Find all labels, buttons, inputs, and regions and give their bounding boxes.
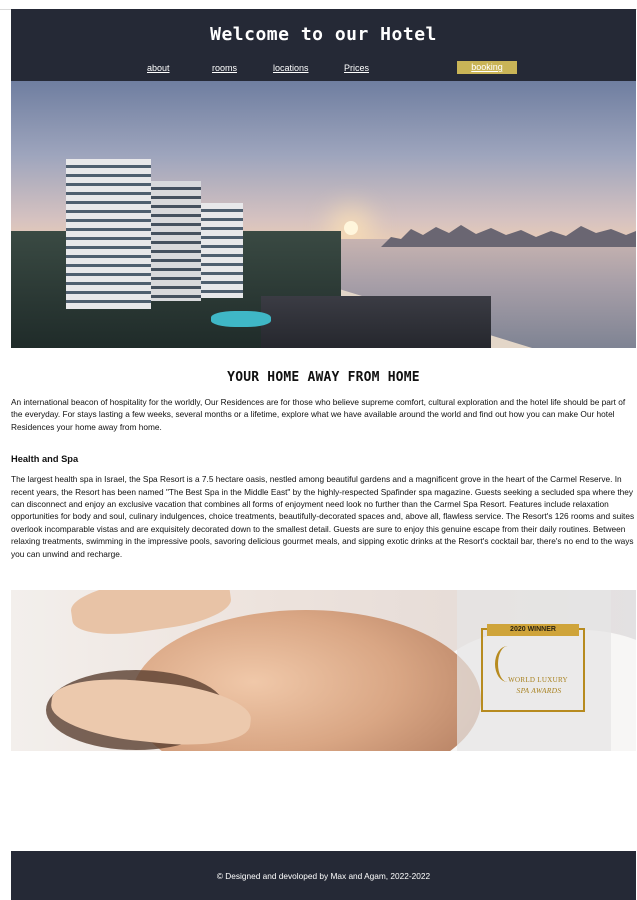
award-panel: 2020 WINNER WORLD LUXURY SPA AWARDS [457,590,611,751]
site-title: Welcome to our Hotel [210,24,437,45]
award-badge: 2020 WINNER WORLD LUXURY SPA AWARDS [481,624,585,712]
hero-image [11,81,636,348]
award-title-line1: WORLD LUXURY [508,676,568,684]
nav-link-rooms[interactable]: rooms [212,61,237,75]
nav-link-prices[interactable]: Prices [344,61,369,75]
page: Welcome to our Hotel about rooms locatio… [11,9,636,900]
footer-text: © Designed and devoloped by Max and Agam… [216,871,431,881]
nav-link-booking[interactable]: booking [457,61,517,74]
hotel-tower-graphic [201,203,243,298]
section-title: YOUR HOME AWAY FROM HOME [227,370,420,385]
nav-link-about[interactable]: about [147,61,170,75]
sun-graphic [344,221,358,235]
intro-paragraph: An international beacon of hospitality f… [11,397,626,432]
main-nav: about rooms locations Prices booking [11,61,636,75]
resort-buildings-graphic [261,296,491,348]
site-footer: © Designed and devoloped by Max and Agam… [11,851,636,900]
pool-graphic [211,311,271,327]
site-header: Welcome to our Hotel about rooms locatio… [11,9,636,81]
spa-paragraph: The largest health spa in Israel, the Sp… [11,474,635,559]
nav-link-locations[interactable]: locations [273,61,309,75]
islands-graphic [381,225,636,247]
spa-heading: Health and Spa [11,454,79,465]
award-ribbon: 2020 WINNER [487,624,579,636]
award-title-line2: SPA AWARDS [516,686,562,695]
hotel-tower-graphic [66,159,151,309]
spa-image: 2020 WINNER WORLD LUXURY SPA AWARDS [11,590,636,751]
hotel-tower-graphic [151,181,201,301]
